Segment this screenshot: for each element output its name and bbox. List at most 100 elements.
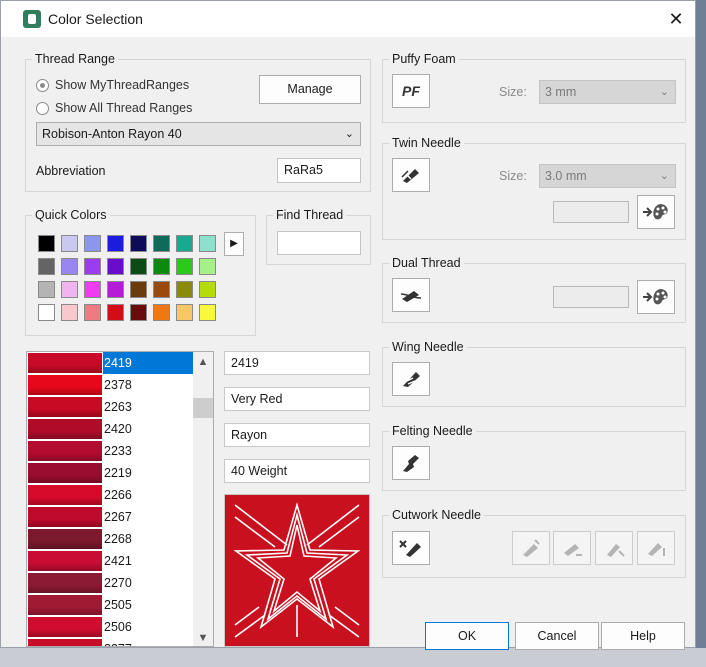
radio-show-mythreadranges[interactable]: Show MyThreadRanges [36, 78, 189, 92]
quick-color-swatch[interactable] [84, 281, 101, 298]
puffy-foam-button[interactable]: PF [392, 74, 430, 108]
quick-color-swatch[interactable] [130, 258, 147, 275]
thread-preview [224, 494, 370, 647]
scroll-down-icon[interactable]: ▼ [193, 628, 213, 646]
thread-list-row[interactable]: 2378 [27, 374, 193, 396]
thread-list-row[interactable]: 2233 [27, 440, 193, 462]
close-icon[interactable]: ✕ [663, 6, 689, 32]
ok-button[interactable]: OK [425, 622, 509, 650]
thread-color-list[interactable]: 2419 2378 2263 2420 2233 2219 2266 2267 2268 2421… [26, 351, 214, 647]
quick-color-swatch[interactable] [38, 304, 55, 321]
find-thread-input[interactable] [277, 231, 361, 255]
quick-color-swatch[interactable] [107, 235, 124, 252]
thread-list-row[interactable]: 2377 [27, 638, 193, 646]
thread-list-row[interactable]: 2268 [27, 528, 193, 550]
thread-range-select[interactable]: Robison-Anton Rayon 40 ⌄ [36, 122, 361, 146]
thread-weight-field: 40 Weight [224, 459, 370, 483]
app-icon [23, 10, 41, 28]
quick-color-swatch[interactable] [199, 235, 216, 252]
thread-range-label: Thread Range [32, 51, 118, 67]
manage-button[interactable]: Manage [259, 75, 361, 104]
quick-color-swatch[interactable] [38, 235, 55, 252]
felting-needle-icon [403, 455, 419, 472]
thread-list-row[interactable]: 2263 [27, 396, 193, 418]
help-button[interactable]: Help [601, 622, 685, 650]
quick-color-swatch[interactable] [130, 281, 147, 298]
quick-color-swatch[interactable] [199, 304, 216, 321]
thread-color-swatch [28, 353, 102, 373]
radio-label: Show All Thread Ranges [55, 101, 193, 115]
arrow-right-icon: ▶ [230, 238, 238, 249]
thread-color-swatch [28, 485, 102, 505]
quick-color-swatch[interactable] [61, 304, 78, 321]
dual-thread-button[interactable] [392, 278, 430, 312]
quick-color-swatch[interactable] [176, 304, 193, 321]
twin-size-select[interactable]: 3.0 mm ⌄ [539, 164, 676, 188]
felting-needle-button[interactable] [392, 446, 430, 480]
cutwork-angle-2-button[interactable] [553, 531, 591, 565]
quick-color-swatch[interactable] [130, 235, 147, 252]
cutwork-angle-3-button[interactable] [595, 531, 633, 565]
quick-color-swatch[interactable] [153, 235, 170, 252]
thread-list-row[interactable]: 2421 [27, 550, 193, 572]
thread-list-row[interactable]: 2506 [27, 616, 193, 638]
abbreviation-label: Abbreviation [36, 164, 106, 178]
quick-color-swatch[interactable] [199, 281, 216, 298]
cancel-button[interactable]: Cancel [515, 622, 599, 650]
wing-needle-button[interactable] [392, 362, 430, 396]
thread-list-row[interactable]: 2505 [27, 594, 193, 616]
quick-color-swatch[interactable] [84, 304, 101, 321]
list-scrollbar[interactable]: ▲ ▼ [193, 352, 213, 646]
cutwork-needle-label: Cutwork Needle [389, 507, 484, 523]
quick-color-swatch[interactable] [130, 304, 147, 321]
quick-color-swatch[interactable] [153, 304, 170, 321]
thread-list-row[interactable]: 2419 [27, 352, 194, 374]
quick-color-swatch[interactable] [153, 258, 170, 275]
thread-code: 2270 [104, 576, 132, 590]
quick-color-swatch[interactable] [61, 258, 78, 275]
twin-needle-button[interactable] [392, 158, 430, 192]
abbreviation-field[interactable]: RaRa5 [277, 158, 361, 183]
cutwork-angle-1-button[interactable] [512, 531, 550, 565]
quick-color-swatch[interactable] [107, 304, 124, 321]
quick-color-swatch[interactable] [199, 258, 216, 275]
scroll-up-icon[interactable]: ▲ [193, 352, 213, 372]
puffy-size-select[interactable]: 3 mm ⌄ [539, 80, 676, 104]
quick-color-swatch[interactable] [38, 258, 55, 275]
quick-color-swatch[interactable] [153, 281, 170, 298]
quick-color-swatch[interactable] [107, 258, 124, 275]
scroll-thumb[interactable] [193, 398, 213, 418]
thread-list-row[interactable]: 2270 [27, 572, 193, 594]
thread-code: 2219 [104, 466, 132, 480]
thread-list-row[interactable]: 2420 [27, 418, 193, 440]
thread-list-row[interactable]: 2266 [27, 484, 193, 506]
quick-color-swatch[interactable] [61, 235, 78, 252]
quick-color-swatch[interactable] [107, 281, 124, 298]
twin-color-picker-button[interactable] [637, 195, 675, 229]
wing-needle-group: Wing Needle [382, 339, 686, 407]
cutwork-needle-button[interactable] [392, 531, 430, 565]
puffy-size-value: 3 mm [545, 85, 577, 99]
thread-code: 2378 [104, 378, 132, 392]
quick-color-swatch[interactable] [176, 235, 193, 252]
twin-needle-icon [401, 169, 419, 183]
quick-color-swatch[interactable] [176, 281, 193, 298]
thread-list-row[interactable]: 2219 [27, 462, 193, 484]
twin-size-value: 3.0 mm [545, 169, 587, 183]
quick-color-swatch[interactable] [84, 258, 101, 275]
thread-code: 2421 [104, 554, 132, 568]
radio-show-all-thread-ranges[interactable]: Show All Thread Ranges [36, 101, 192, 115]
quick-color-swatch[interactable] [176, 258, 193, 275]
thread-list-row[interactable]: 2267 [27, 506, 193, 528]
dual-color-picker-button[interactable] [637, 280, 675, 314]
cutwork-angle-4-button[interactable] [637, 531, 675, 565]
thread-range-select-value: Robison-Anton Rayon 40 [42, 127, 182, 141]
thread-color-swatch [28, 441, 102, 461]
quick-color-swatch[interactable] [38, 281, 55, 298]
wing-needle-label: Wing Needle [389, 339, 467, 355]
more-colors-button[interactable]: ▶ [224, 232, 244, 256]
quick-color-swatch[interactable] [61, 281, 78, 298]
thread-color-swatch [28, 419, 102, 439]
twin-size-label: Size: [499, 169, 527, 183]
quick-color-swatch[interactable] [84, 235, 101, 252]
